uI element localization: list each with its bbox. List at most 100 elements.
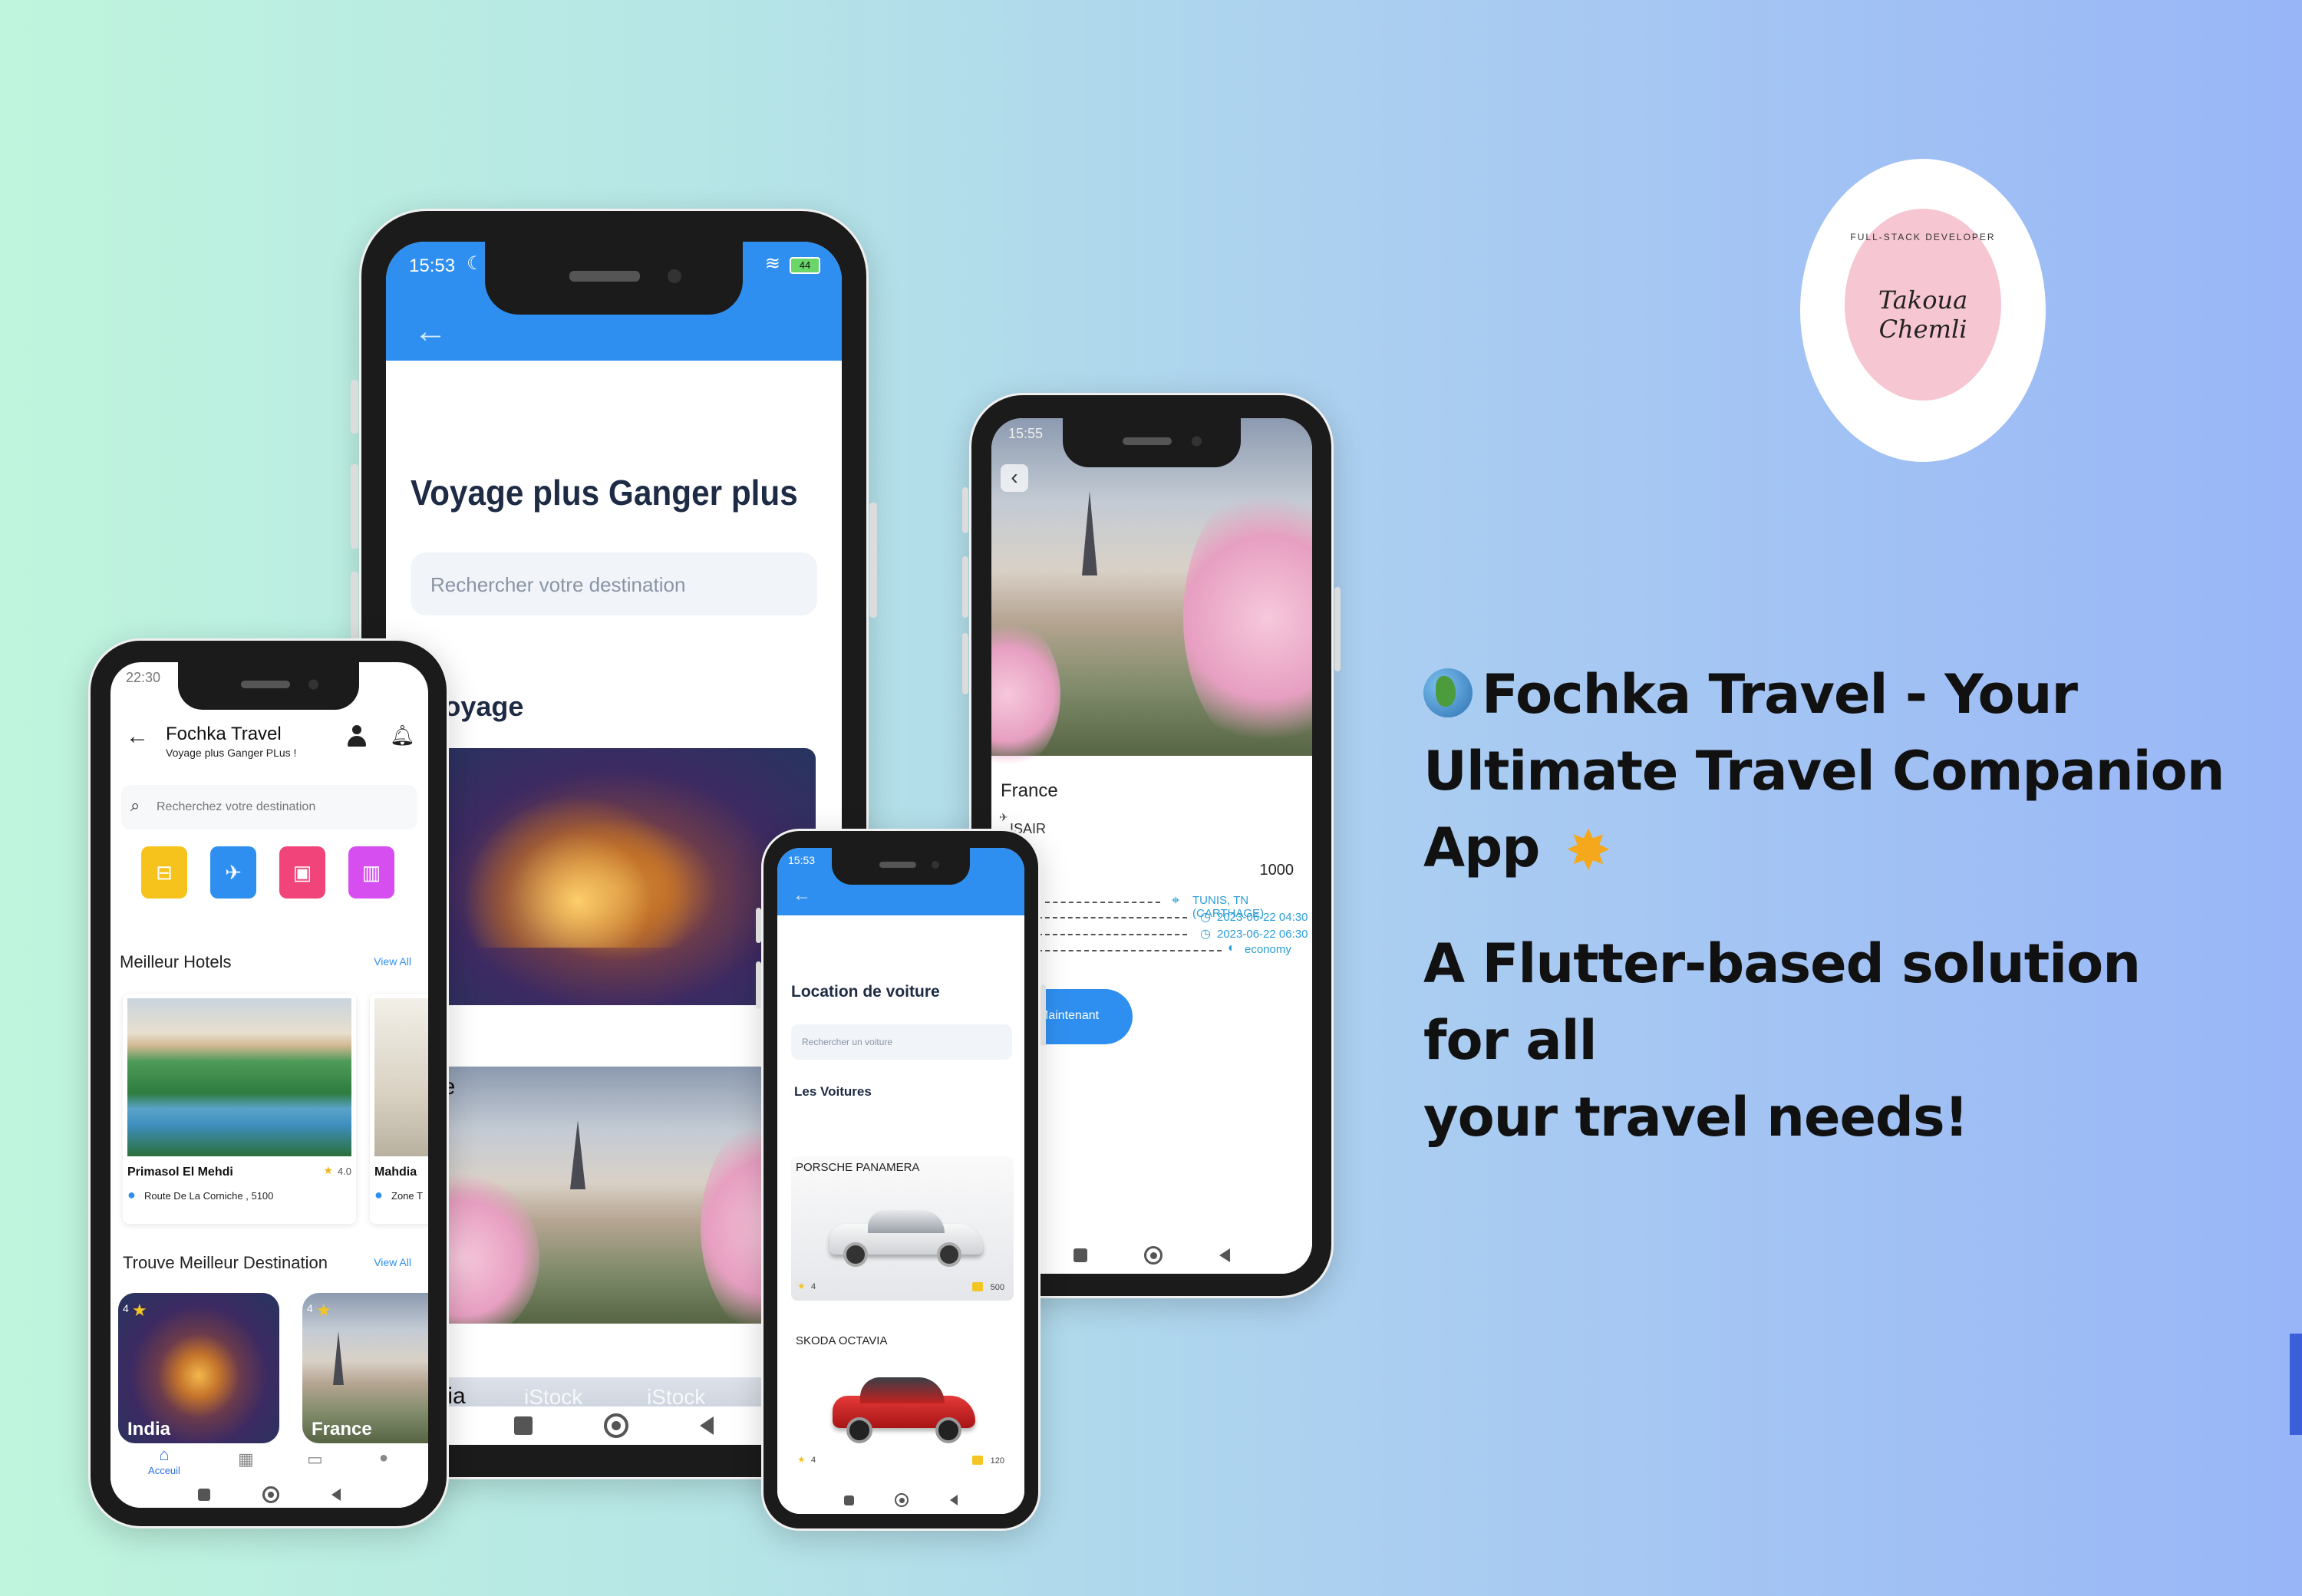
seat-icon: ◐ (1228, 941, 1235, 955)
page-title: Voyage plus Ganger plus (411, 473, 798, 513)
clock-icon: ◷ (1200, 911, 1211, 924)
bus-category-button[interactable]: ▣ (279, 846, 325, 899)
bus-icon: ▣ (292, 860, 312, 884)
home-icon[interactable] (1144, 1246, 1163, 1265)
back-icon[interactable] (331, 1489, 341, 1501)
car-card[interactable]: SKODA OCTAVIA ★ 4 120 (791, 1330, 1014, 1474)
recent-apps-icon[interactable] (513, 1416, 533, 1435)
hotels-section-title: Meilleur Hotels (120, 952, 232, 971)
back-arrow-icon[interactable]: ← (414, 312, 447, 351)
recent-apps-icon[interactable] (198, 1489, 210, 1501)
flight-category-button[interactable]: ✈ (210, 846, 256, 899)
back-icon[interactable] (1219, 1248, 1230, 1262)
tab-profile[interactable]: ● (379, 1449, 388, 1467)
star-icon: ★ (797, 1454, 806, 1465)
search-placeholder: Recherchez votre destination (157, 800, 316, 813)
notch (485, 238, 743, 315)
logo-name: Takoua Chemli (1878, 285, 1968, 344)
search-icon: ⌕ (130, 796, 140, 815)
tab-home[interactable]: ⌂ Acceuil (141, 1445, 187, 1476)
tab-dashboard[interactable]: ▦ (238, 1449, 254, 1469)
price-icon (972, 1282, 983, 1291)
home-icon[interactable] (895, 1493, 909, 1507)
back-arrow-icon[interactable]: ← (793, 885, 811, 906)
destination-rating: 4 (307, 1302, 313, 1314)
profile-icon[interactable] (347, 725, 367, 748)
headline-subline-1: A Flutter-based solution for all (1423, 932, 2141, 1072)
headline-line-2: Ultimate Travel Companion (1423, 740, 2225, 803)
headline-line-1: Fochka Travel - Your (1423, 656, 2229, 733)
map-category-button[interactable]: ▥ (348, 846, 394, 899)
star-icon: ★ (132, 1301, 147, 1320)
back-icon[interactable] (950, 1495, 958, 1505)
home-icon[interactable] (603, 1413, 628, 1438)
airplane-icon: ✈ (999, 811, 1008, 823)
side-button (1041, 984, 1046, 1046)
bell-icon[interactable]: 🔔︎ (390, 724, 415, 747)
status-time: 15:53 (409, 256, 456, 276)
map-icon: ▥ (361, 860, 381, 884)
search-input[interactable]: Rechercher un voiture (791, 1024, 1012, 1060)
recent-apps-icon[interactable] (843, 1495, 854, 1505)
side-button (351, 380, 358, 434)
house-icon: ⌂ (159, 1445, 170, 1464)
side-button (756, 908, 761, 943)
hotel-photo (374, 998, 428, 1156)
hotel-name: Mahdia (374, 1166, 417, 1179)
headline: Fochka Travel - Your Ultimate Travel Com… (1423, 656, 2229, 1156)
route-line (1037, 934, 1187, 935)
route-line (1045, 902, 1160, 903)
hotel-category-button[interactable]: ⊟ (141, 846, 187, 899)
notch (1062, 415, 1241, 467)
destination-rating: 4 (123, 1302, 129, 1314)
side-button (869, 503, 877, 618)
departure-time: 2023-06-22 04:30 (1217, 911, 1308, 924)
edge-tab (2290, 1334, 2302, 1435)
car-rating: 4 (811, 1456, 816, 1465)
hotel-photo (127, 998, 351, 1156)
app-title: Fochka Travel (166, 724, 282, 744)
developer-logo: Takoua Chemli FULL-STACK DEVELOPER (1800, 159, 2046, 462)
hotel-address: Zone T (391, 1190, 423, 1202)
back-icon[interactable] (700, 1416, 714, 1435)
side-button (1334, 587, 1341, 671)
destinations-section-title: Trouve Meilleur Destination (123, 1253, 328, 1272)
tab-home-label: Acceuil (148, 1465, 180, 1476)
country-name: France (1001, 780, 1058, 801)
destination-card-france[interactable]: ★ 4 France (302, 1293, 428, 1443)
back-chevron-icon[interactable]: ‹ (1001, 464, 1028, 492)
car-card[interactable]: PORSCHE PANAMERA ★ 4 500 (791, 1156, 1014, 1301)
car-price: 120 (990, 1456, 1004, 1466)
star-icon: ★ (797, 1281, 806, 1291)
recent-apps-icon[interactable] (1073, 1248, 1087, 1262)
search-placeholder: Rechercher votre destination (430, 573, 686, 596)
search-placeholder: Rechercher un voiture (802, 1037, 893, 1047)
star-icon: ★ (316, 1301, 331, 1320)
hotel-card[interactable]: Primasol El Mehdi ★ 4.0 ● Route De La Co… (123, 994, 356, 1224)
location-pin-icon: ● (127, 1187, 136, 1202)
home-icon[interactable] (262, 1486, 279, 1503)
star-icon: ★ (323, 1164, 333, 1176)
route-line (1037, 950, 1222, 951)
hotel-card[interactable]: Mahdia ● Zone T (370, 994, 428, 1224)
car-price: 500 (990, 1283, 1004, 1292)
hotels-view-all-link[interactable]: View All (374, 955, 411, 968)
destination-card-india[interactable]: ★ 4 India (118, 1293, 279, 1443)
moon-icon: ☾ (467, 253, 483, 274)
back-arrow-icon[interactable]: ← (126, 724, 149, 750)
search-input[interactable]: Rechercher votre destination (411, 552, 817, 615)
tab-messages[interactable]: ▭ (307, 1449, 323, 1469)
search-input[interactable]: ⌕ Recherchez votre destination (121, 785, 417, 829)
bed-icon: ⊟ (156, 860, 173, 884)
status-time: 15:53 (788, 854, 816, 866)
logo-ring-text: FULL-STACK DEVELOPER (1850, 232, 1996, 242)
system-nav-bar (110, 1482, 428, 1508)
wifi-icon: ≋ (764, 253, 780, 274)
destination-card-france[interactable]: nce 4 (417, 1067, 816, 1324)
system-nav-bar (777, 1486, 1024, 1514)
arrival-time: 2023-06-22 06:30 (1217, 928, 1308, 941)
phone-car: 15:53 ← Location de voiture Rechercher u… (756, 829, 1046, 1531)
flight-price: 1000 (1259, 862, 1294, 879)
destinations-view-all-link[interactable]: View All (374, 1256, 411, 1268)
page-title: Location de voiture (791, 983, 940, 1001)
